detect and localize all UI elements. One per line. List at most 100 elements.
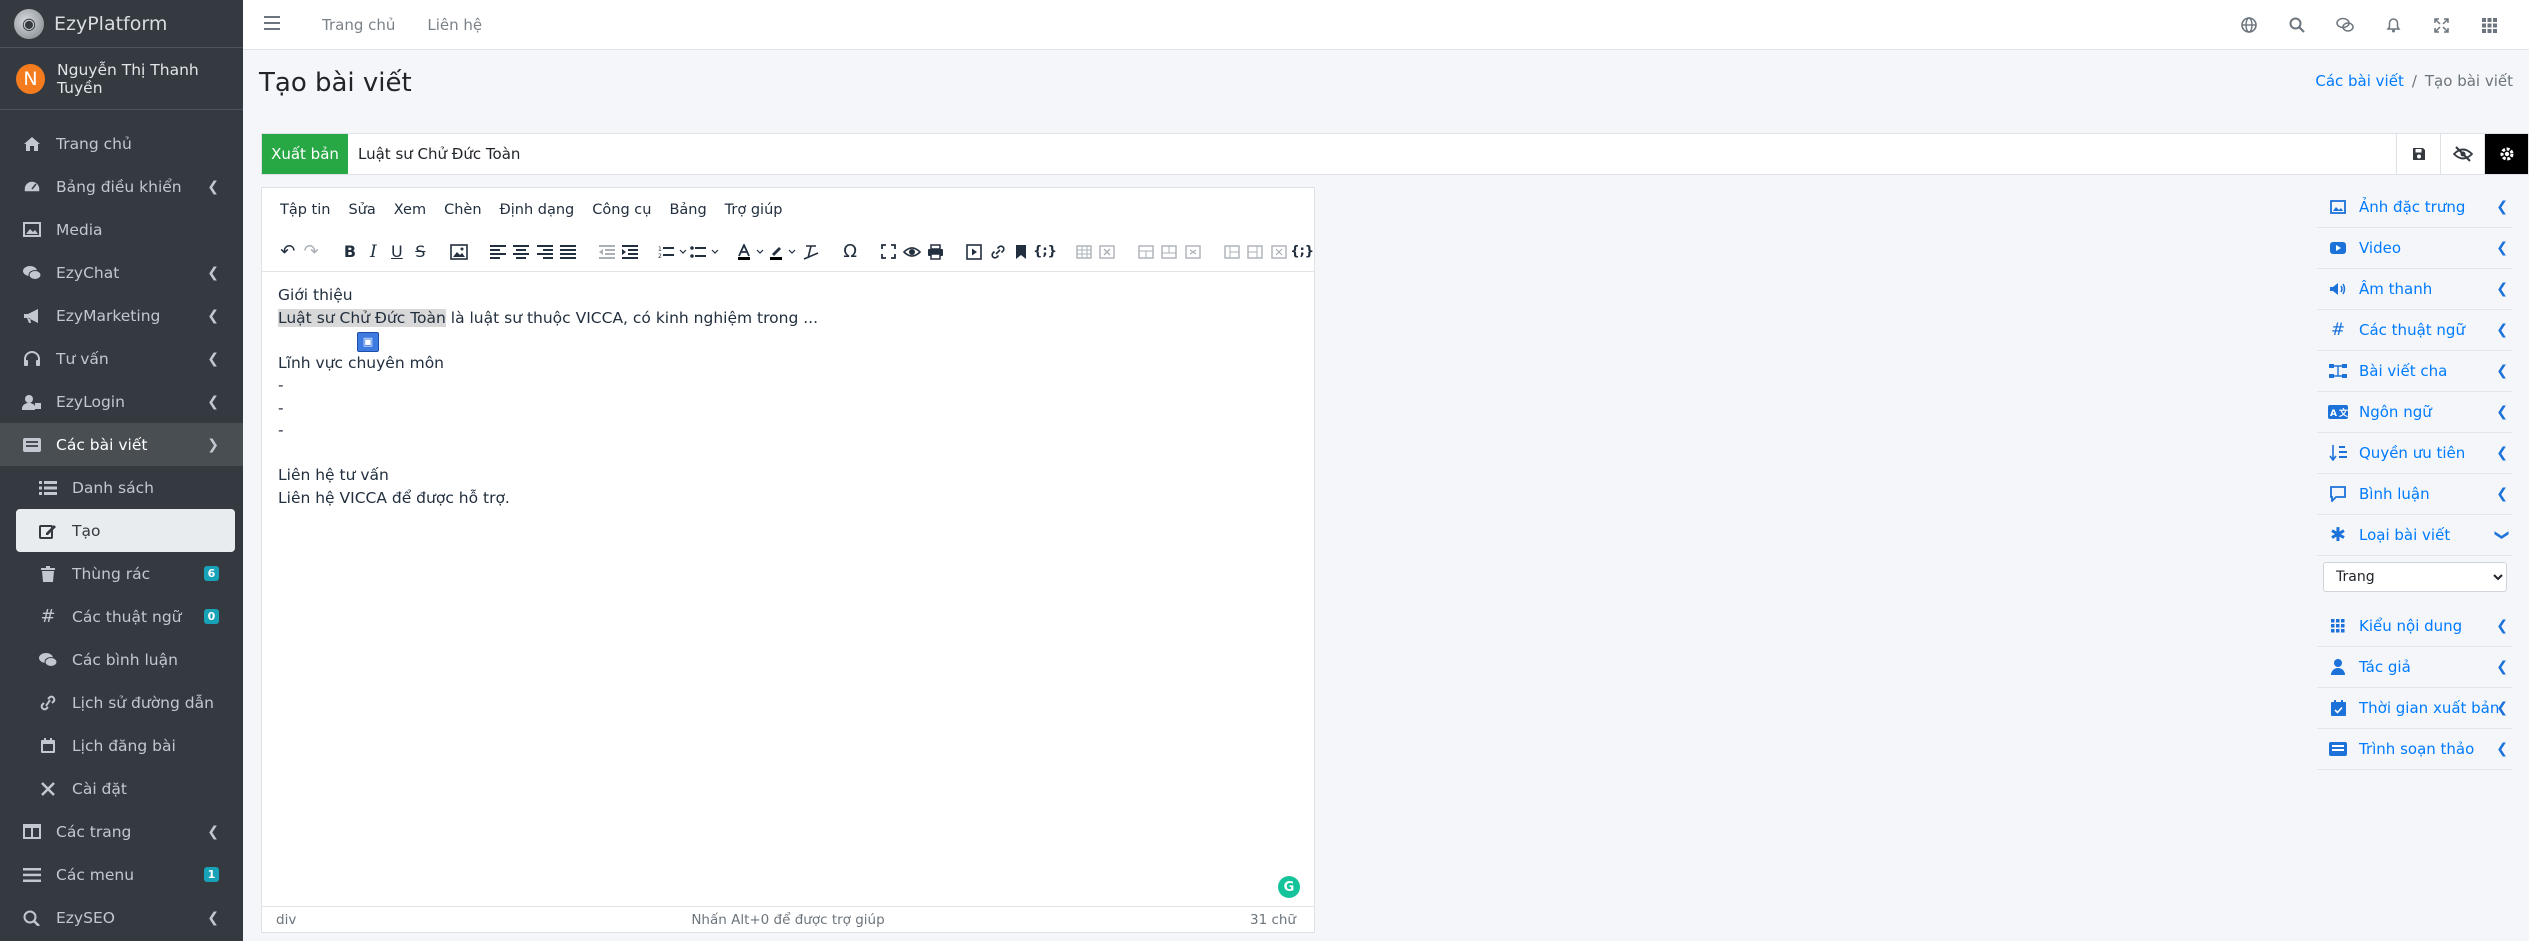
- hide-preview-button[interactable]: [2440, 134, 2484, 174]
- panel-editor[interactable]: Trình soạn thảo ❮: [2317, 729, 2512, 770]
- sidebar-item-label: EzyLogin: [56, 392, 125, 411]
- topnav-contact-link[interactable]: Liên hệ: [427, 16, 482, 34]
- sidebar-item-menus[interactable]: Các menu 1: [0, 853, 243, 896]
- special-char-icon[interactable]: Ω: [838, 236, 861, 268]
- preview-eye-icon[interactable]: [901, 236, 924, 268]
- menu-toggle-icon[interactable]: [264, 14, 284, 35]
- source-code-icon[interactable]: {;}: [1290, 236, 1314, 268]
- sidebar-item-trash[interactable]: Thùng rác 6: [0, 552, 243, 595]
- bell-icon[interactable]: [2369, 17, 2417, 33]
- menu-tools[interactable]: Công cụ: [592, 202, 651, 218]
- topnav-home-link[interactable]: Trang chủ: [322, 16, 395, 34]
- dashboard-icon: [20, 178, 44, 196]
- numbered-list-icon[interactable]: 12: [657, 236, 689, 268]
- sidebar-item-create[interactable]: Tạo: [16, 509, 235, 552]
- insert-image-icon[interactable]: [447, 236, 470, 268]
- panel-featured-image[interactable]: Ảnh đặc trưng ❮: [2317, 187, 2512, 228]
- align-left-icon[interactable]: [486, 236, 509, 268]
- breadcrumb-posts-link[interactable]: Các bài viết: [2315, 72, 2403, 90]
- panel-comments[interactable]: Bình luận ❮: [2317, 474, 2512, 515]
- sidebar-item-media[interactable]: Media: [0, 208, 243, 251]
- redo-icon[interactable]: ↷: [299, 236, 322, 268]
- insert-col-before-icon[interactable]: [1220, 236, 1243, 268]
- delete-table-icon[interactable]: [1096, 236, 1119, 268]
- apps-grid-icon[interactable]: [2465, 17, 2513, 33]
- strikethrough-icon[interactable]: S: [409, 236, 432, 268]
- user-panel[interactable]: N Nguyễn Thị Thanh Tuyền: [0, 48, 243, 110]
- sidebar-item-home[interactable]: Trang chủ: [0, 122, 243, 165]
- bold-icon[interactable]: B: [338, 236, 361, 268]
- panel-content-type[interactable]: Kiểu nội dung ❮: [2317, 606, 2512, 647]
- code-sample-icon[interactable]: {;}: [1033, 236, 1057, 268]
- publish-button[interactable]: Xuất bản: [262, 134, 348, 174]
- panel-post-type[interactable]: ✱ Loại bài viết ❯: [2317, 515, 2512, 556]
- panel-audio[interactable]: Âm thanh ❮: [2317, 269, 2512, 310]
- sidebar-item-ezylogin[interactable]: EzyLogin ❮: [0, 380, 243, 423]
- sidebar-item-ezychat[interactable]: EzyChat ❮: [0, 251, 243, 294]
- table-icon[interactable]: [1072, 236, 1095, 268]
- clear-format-icon[interactable]: [800, 236, 823, 268]
- post-title-input[interactable]: [348, 134, 2396, 174]
- editor-content[interactable]: Giới thiệu Luật sư Chử Đức Toàn là luật …: [278, 284, 1298, 902]
- panel-video[interactable]: Video ❮: [2317, 228, 2512, 269]
- insert-row-after-icon[interactable]: [1158, 236, 1181, 268]
- panel-publish-time[interactable]: Thời gian xuất bản ❮: [2317, 688, 2512, 729]
- svg-text:文: 文: [2338, 407, 2348, 419]
- panel-language[interactable]: A文 Ngôn ngữ ❮: [2317, 392, 2512, 433]
- menu-format[interactable]: Định dạng: [500, 202, 575, 218]
- post-type-select[interactable]: Trang: [2323, 562, 2507, 592]
- menu-file[interactable]: Tập tin: [280, 202, 330, 218]
- delete-col-icon[interactable]: [1267, 236, 1290, 268]
- sidebar-item-link-history[interactable]: Lịch sử đường dẫn: [0, 681, 243, 724]
- align-justify-icon[interactable]: [556, 236, 579, 268]
- grammarly-icon[interactable]: G: [1278, 876, 1300, 898]
- sidebar-item-consult[interactable]: Tư vấn ❮: [0, 337, 243, 380]
- sidebar-item-schedule[interactable]: Lịch đăng bài: [0, 724, 243, 767]
- sidebar-item-pages[interactable]: Các trang ❮: [0, 810, 243, 853]
- menu-edit[interactable]: Sửa: [348, 202, 375, 218]
- globe-icon[interactable]: [2225, 17, 2273, 33]
- menu-help[interactable]: Trợ giúp: [725, 202, 783, 218]
- sidebar-item-ezyseo[interactable]: EzySEO ❮: [0, 896, 243, 939]
- brand-link[interactable]: ◉ EzyPlatform: [0, 0, 243, 48]
- settings-button[interactable]: [2484, 134, 2528, 174]
- italic-icon[interactable]: I: [362, 236, 385, 268]
- underline-icon[interactable]: U: [385, 236, 408, 268]
- sidebar-item-list[interactable]: Danh sách: [0, 466, 243, 509]
- image-placeholder-icon[interactable]: ▣: [357, 332, 379, 352]
- delete-row-icon[interactable]: [1181, 236, 1204, 268]
- print-icon[interactable]: [924, 236, 947, 268]
- insert-row-before-icon[interactable]: [1134, 236, 1157, 268]
- sidebar-item-comments[interactable]: Các bình luận: [0, 638, 243, 681]
- highlight-color-icon[interactable]: [768, 236, 800, 268]
- indent-icon[interactable]: [619, 236, 642, 268]
- sidebar-item-posts[interactable]: Các bài viết ❯: [0, 423, 243, 466]
- align-right-icon[interactable]: [533, 236, 556, 268]
- search-icon[interactable]: [2273, 17, 2321, 33]
- word-count[interactable]: 31 chữ: [1250, 912, 1296, 928]
- text-color-icon[interactable]: [736, 236, 768, 268]
- insert-link-icon[interactable]: [986, 236, 1009, 268]
- fullscreen-icon[interactable]: [2417, 17, 2465, 33]
- insert-col-after-icon[interactable]: [1243, 236, 1266, 268]
- editor-fullscreen-icon[interactable]: [877, 236, 900, 268]
- bullet-list-icon[interactable]: [689, 236, 721, 268]
- save-button[interactable]: [2396, 134, 2440, 174]
- menu-insert[interactable]: Chèn: [444, 202, 481, 218]
- panel-priority[interactable]: Quyền ưu tiên ❮: [2317, 433, 2512, 474]
- panel-author[interactable]: Tác giả ❮: [2317, 647, 2512, 688]
- sidebar-item-ezymarketing[interactable]: EzyMarketing ❮: [0, 294, 243, 337]
- insert-media-icon[interactable]: [963, 236, 986, 268]
- sidebar-item-terms[interactable]: # Các thuật ngữ 0: [0, 595, 243, 638]
- menu-table[interactable]: Bảng: [669, 202, 706, 218]
- sidebar-item-dashboard[interactable]: Bảng điều khiển ❮: [0, 165, 243, 208]
- menu-view[interactable]: Xem: [394, 202, 426, 218]
- sidebar-item-settings[interactable]: Cài đặt: [0, 767, 243, 810]
- panel-terms[interactable]: # Các thuật ngữ ❮: [2317, 310, 2512, 351]
- align-center-icon[interactable]: [509, 236, 532, 268]
- undo-icon[interactable]: ↶: [276, 236, 299, 268]
- panel-parent-post[interactable]: Bài viết cha ❮: [2317, 351, 2512, 392]
- bookmark-icon[interactable]: [1010, 236, 1033, 268]
- outdent-icon[interactable]: [595, 236, 618, 268]
- messages-icon[interactable]: [2321, 17, 2369, 33]
